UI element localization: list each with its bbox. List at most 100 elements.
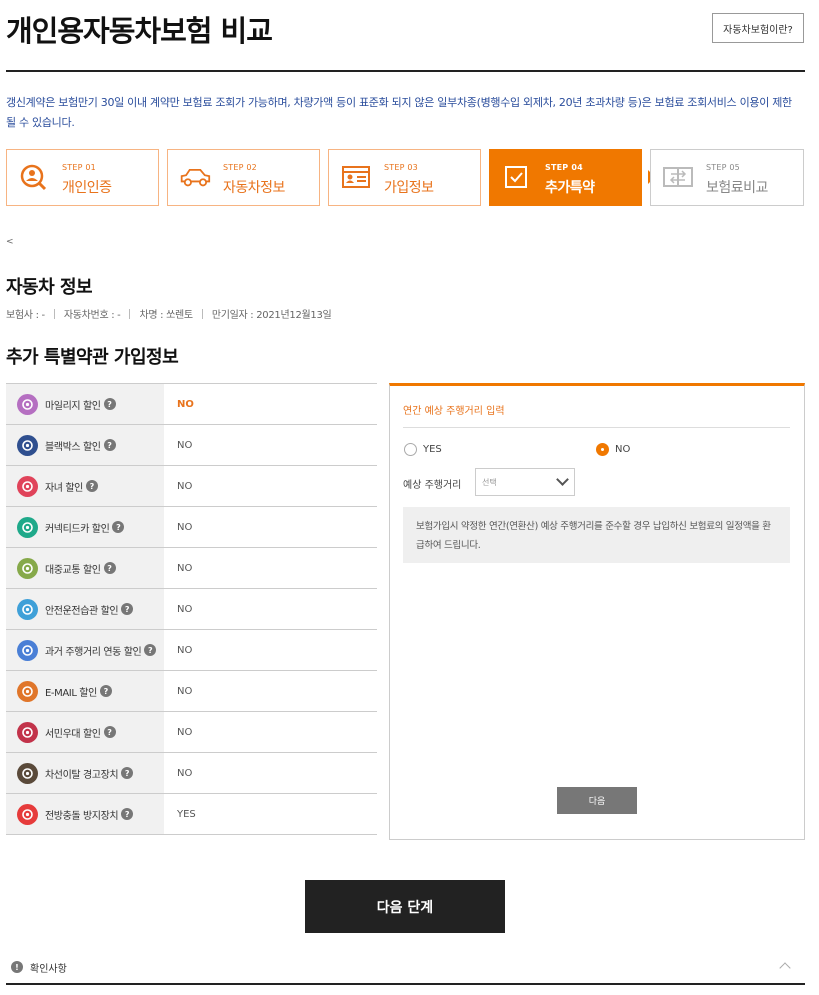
step-label: 추가특약	[545, 180, 595, 196]
next-step-button[interactable]: 다음 단계	[305, 880, 505, 933]
step-number: STEP 03	[384, 163, 418, 172]
car-info-summary: 보험사 : - 자동차번호 : - 차명 : 쏘렌토 만기일자 : 2021년1…	[6, 306, 332, 321]
mileage-info-box: 보험가입시 약정한 연간(연환산) 예상 주행거리를 준수할 경우 납입하신 보…	[403, 507, 790, 563]
store-icon	[17, 721, 38, 743]
discount-row: 마일리지 할인? NO	[6, 384, 377, 425]
step-label: 가입정보	[384, 180, 434, 196]
discount-label-cell: 자녀 할인?	[6, 466, 164, 506]
distance-select[interactable]: 선택	[475, 468, 575, 496]
help-icon[interactable]: ?	[121, 603, 134, 615]
discount-name: 커넥티드카 할인	[45, 523, 110, 535]
step-number: STEP 01	[62, 163, 96, 172]
email-icon	[17, 680, 38, 702]
discount-row: 전방충돌 방지장치? YES	[6, 794, 377, 835]
discount-row: 자녀 할인? NO	[6, 466, 377, 507]
connected-car-icon	[17, 516, 38, 538]
help-icon[interactable]: ?	[121, 767, 134, 779]
discount-value: NO	[177, 439, 193, 451]
confirm-accordion[interactable]: ! 확인사항	[6, 955, 805, 985]
discount-row: 과거 주행거리 연동 할인? NO	[6, 630, 377, 671]
discount-label-cell: E-MAIL 할인?	[6, 671, 164, 711]
help-icon[interactable]: ?	[103, 398, 116, 410]
child-icon	[17, 475, 38, 497]
step-label: 보험료비교	[706, 180, 768, 196]
discount-name: 마일리지 할인	[45, 400, 101, 412]
confirm-label: 확인사항	[30, 963, 67, 975]
radio-yes-circle[interactable]	[404, 443, 417, 456]
help-icon[interactable]: ?	[121, 808, 134, 820]
discount-name: 대중교통 할인	[45, 564, 101, 576]
help-icon[interactable]: ?	[85, 480, 98, 492]
radio-no-label: NO	[615, 444, 631, 455]
about-insurance-button[interactable]: 자동차보험이란?	[712, 13, 804, 43]
distance-label: 예상 주행거리	[403, 480, 462, 491]
step-label: 자동차정보	[223, 180, 285, 196]
radio-no[interactable]: NO	[596, 443, 630, 456]
discount-name: 과거 주행거리 연동 할인	[45, 646, 142, 658]
step-progress: STEP 01 개인인증 STEP 02 자동차정보 STEP 03 가입정보 …	[6, 149, 805, 206]
step-1[interactable]: STEP 01 개인인증	[6, 149, 159, 206]
step-label: 개인인증	[62, 180, 112, 196]
panel-next-button[interactable]: 다음	[557, 787, 637, 814]
odometer-icon	[17, 639, 38, 661]
help-icon[interactable]: ?	[103, 439, 116, 451]
checkbox-icon	[505, 166, 527, 188]
panel-title: 연간 예상 주행거리 입력	[403, 406, 505, 417]
radio-no-circle[interactable]	[596, 443, 609, 456]
collision-icon	[17, 803, 38, 825]
radio-yes[interactable]: YES	[404, 443, 442, 456]
mileage-panel: 연간 예상 주행거리 입력 YES NO 예상 주행거리 선택 보험가입시 약정…	[389, 383, 805, 840]
user-search-icon	[20, 164, 47, 191]
help-icon[interactable]: ?	[99, 685, 112, 697]
divider	[129, 308, 131, 319]
discount-label-cell: 차선이탈 경고장치?	[6, 753, 164, 793]
step-3[interactable]: STEP 03 가입정보	[328, 149, 481, 206]
discount-row: 대중교통 할인? NO	[6, 548, 377, 589]
back-marker[interactable]: <	[6, 237, 14, 247]
discount-label-cell: 전방충돌 방지장치?	[6, 794, 164, 834]
divider	[53, 308, 55, 319]
step-number: STEP 02	[223, 163, 257, 172]
safe-driving-icon	[17, 598, 38, 620]
id-card-icon	[342, 166, 370, 188]
discount-name: 자녀 할인	[45, 482, 83, 494]
discount-section-title: 추가 특별약관 가입정보	[6, 347, 179, 368]
step-2[interactable]: STEP 02 자동차정보	[167, 149, 320, 206]
page-title: 개인용자동차보험 비교	[6, 14, 273, 48]
divider	[201, 308, 203, 319]
discount-row: 차선이탈 경고장치? NO	[6, 753, 377, 794]
help-icon[interactable]: ?	[103, 562, 116, 574]
discount-value: NO	[177, 521, 193, 533]
car-name-text: 차명 : 쏘렌토	[139, 310, 193, 321]
discount-name: 차선이탈 경고장치	[45, 769, 119, 781]
discount-row: 안전운전습관 할인? NO	[6, 589, 377, 630]
radio-yes-label: YES	[423, 444, 442, 455]
discount-value: NO	[177, 767, 193, 779]
info-icon: !	[11, 961, 23, 973]
discount-label-cell: 안전운전습관 할인?	[6, 589, 164, 629]
discount-label-cell: 대중교통 할인?	[6, 548, 164, 588]
discount-value: NO	[177, 562, 193, 574]
discount-value: YES	[177, 808, 196, 820]
bus-icon	[17, 557, 38, 579]
discount-value: NO	[177, 603, 193, 615]
discount-table: 마일리지 할인? NO 블랙박스 할인? NO 자녀 할인? NO 커넥티드카 할인? NO 대…	[6, 383, 377, 835]
distance-select-value: 선택	[482, 477, 497, 487]
help-icon[interactable]: ?	[144, 644, 157, 656]
compare-icon	[663, 167, 693, 187]
help-icon[interactable]: ?	[112, 521, 125, 533]
discount-label-cell: 서민우대 할인?	[6, 712, 164, 752]
help-icon[interactable]: ?	[103, 726, 116, 738]
discount-name: 서민우대 할인	[45, 728, 101, 740]
discount-value: NO	[177, 480, 193, 492]
step-number: STEP 04	[545, 163, 583, 172]
step-4[interactable]: STEP 04 추가특약	[489, 149, 642, 206]
title-divider	[6, 70, 805, 72]
lane-warning-icon	[17, 762, 38, 784]
discount-value: NO	[177, 726, 193, 738]
chevron-up-icon[interactable]	[779, 962, 791, 974]
discount-label-cell: 마일리지 할인?	[6, 384, 164, 424]
insurer-text: 보험사 : -	[6, 310, 45, 321]
discount-value: NO	[177, 685, 193, 697]
step-5[interactable]: STEP 05 보험료비교	[650, 149, 804, 206]
